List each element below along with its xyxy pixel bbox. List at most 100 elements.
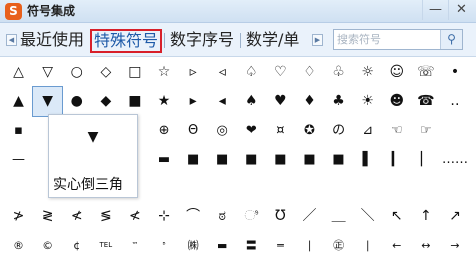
- symbol-cell[interactable]: ▽: [33, 58, 62, 87]
- symbol-cell[interactable]: ↖: [382, 202, 411, 231]
- scroll-left-arrow-icon[interactable]: ◀: [6, 34, 17, 46]
- symbol-cell[interactable]: ▬: [149, 145, 178, 174]
- symbol-cell[interactable]: ▎: [382, 145, 411, 174]
- symbol-cell[interactable]: ☆: [149, 58, 178, 87]
- symbol-cell[interactable]: ═: [266, 231, 295, 260]
- symbol-cell[interactable]: □: [120, 58, 149, 87]
- symbol-cell[interactable]: ♥: [266, 87, 295, 116]
- symbol-cell[interactable]: ≷: [33, 202, 62, 231]
- symbol-cell[interactable]: ♡: [266, 58, 295, 87]
- symbol-cell[interactable]: ™: [120, 231, 149, 260]
- symbol-cell-hovered[interactable]: ▼: [32, 86, 64, 117]
- symbol-cell[interactable]: ＿: [324, 202, 353, 231]
- symbol-cell[interactable]: ■: [120, 87, 149, 116]
- tab-recent[interactable]: 最近使用: [20, 28, 84, 52]
- symbol-cell[interactable]: ▬: [208, 231, 237, 260]
- symbol-cell[interactable]: ≮: [62, 202, 91, 231]
- symbol-cell[interactable]: △: [4, 58, 33, 87]
- symbol-cell[interactable]: ¤: [266, 116, 295, 145]
- symbol-cell[interactable]: ❤: [237, 116, 266, 145]
- symbol-cell[interactable]: ■: [237, 145, 266, 174]
- symbol-cell[interactable]: ಠ: [208, 202, 237, 231]
- symbol-cell[interactable]: ≶: [91, 202, 120, 231]
- symbol-cell[interactable]: ≯: [4, 202, 33, 231]
- symbol-cell[interactable]: ♠: [237, 87, 266, 116]
- symbol-cell[interactable]: ■: [179, 145, 208, 174]
- symbol-cell[interactable]: ■: [324, 145, 353, 174]
- symbol-cell[interactable]: →: [440, 231, 469, 260]
- symbol-cell[interactable]: ☻: [382, 87, 411, 116]
- symbol-cell[interactable]: ↑: [411, 202, 440, 231]
- symbol-cell[interactable]: ■: [266, 145, 295, 174]
- window-title: 符号集成: [27, 4, 76, 18]
- symbol-cell[interactable]: ◇: [91, 58, 120, 87]
- symbol-cell[interactable]: ⊿: [353, 116, 382, 145]
- symbol-cell[interactable]: ▸: [179, 87, 208, 116]
- close-button[interactable]: ✕: [448, 0, 474, 20]
- symbol-cell[interactable]: ☺: [382, 58, 411, 87]
- symbol-cell[interactable]: ♧: [324, 58, 353, 87]
- tab-math-units[interactable]: 数学/单: [246, 28, 299, 52]
- symbol-cell[interactable]: ■: [295, 145, 324, 174]
- symbol-cell[interactable]: ᴮ: [149, 231, 178, 260]
- symbol-cell[interactable]: の: [324, 116, 353, 145]
- symbol-cell[interactable]: ㊣: [324, 231, 353, 260]
- symbol-cell[interactable]: ／: [295, 202, 324, 231]
- symbol-cell[interactable]: ↔: [411, 231, 440, 260]
- symbol-cell[interactable]: ☼: [353, 58, 382, 87]
- symbol-cell[interactable]: ⊹: [149, 202, 178, 231]
- symbol-cell[interactable]: ☏: [411, 58, 440, 87]
- scroll-right-arrow-icon[interactable]: ▶: [312, 34, 323, 46]
- symbol-cell[interactable]: ♢: [295, 58, 324, 87]
- symbol-cell[interactable]: ☞: [411, 116, 440, 145]
- symbol-cell[interactable]: ＼: [353, 202, 382, 231]
- symbol-cell[interactable]: [440, 116, 469, 145]
- symbol-cell[interactable]: ▪: [4, 116, 33, 145]
- symbol-cell[interactable]: ★: [149, 87, 178, 116]
- symbol-cell[interactable]: ‥: [440, 87, 469, 116]
- search-input[interactable]: [334, 30, 440, 49]
- tab-special-symbols[interactable]: 特殊符号: [90, 29, 163, 53]
- symbol-cell[interactable]: ▏: [411, 145, 440, 174]
- tooltip-symbol-name: 实心倒三角: [53, 177, 123, 193]
- symbol-cell[interactable]: ∣: [353, 231, 382, 260]
- symbol-cell[interactable]: Θ: [179, 116, 208, 145]
- symbol-cell[interactable]: ◃: [208, 58, 237, 87]
- symbol-cell[interactable]: ◎: [208, 116, 237, 145]
- symbol-cell[interactable]: ⌒: [179, 202, 208, 231]
- symbol-cell[interactable]: ◂: [208, 87, 237, 116]
- symbol-cell[interactable]: —: [4, 145, 33, 174]
- symbol-cell[interactable]: ㈱: [179, 231, 208, 260]
- symbol-cell[interactable]: ←: [382, 231, 411, 260]
- symbol-cell[interactable]: ↗: [440, 202, 469, 231]
- symbol-cell[interactable]: ®: [4, 231, 33, 260]
- symbol-cell[interactable]: ……: [440, 145, 469, 174]
- symbol-cell[interactable]: ■: [208, 145, 237, 174]
- symbol-cell[interactable]: 〓: [237, 231, 266, 260]
- symbol-cell[interactable]: ಿ: [237, 202, 266, 231]
- symbol-cell[interactable]: ♣: [324, 87, 353, 116]
- symbol-cell[interactable]: ¢: [62, 231, 91, 260]
- symbol-cell[interactable]: ☎: [411, 87, 440, 116]
- symbol-cell[interactable]: ☜: [382, 116, 411, 145]
- symbol-cell[interactable]: ©: [33, 231, 62, 260]
- symbol-cell[interactable]: ▌: [353, 145, 382, 174]
- symbol-cell[interactable]: ∣: [295, 231, 324, 260]
- symbol-cell[interactable]: ✪: [295, 116, 324, 145]
- search-icon[interactable]: ⚲: [440, 30, 462, 49]
- symbol-cell[interactable]: Ʊ: [266, 202, 295, 231]
- symbol-cell[interactable]: ○: [62, 58, 91, 87]
- minimize-button[interactable]: —: [422, 0, 448, 20]
- symbol-cell[interactable]: ●: [62, 87, 91, 116]
- symbol-cell[interactable]: ☀: [353, 87, 382, 116]
- symbol-cell[interactable]: ≮: [120, 202, 149, 231]
- symbol-cell[interactable]: ◆: [91, 87, 120, 116]
- symbol-cell[interactable]: ⊕: [149, 116, 178, 145]
- symbol-cell[interactable]: ♤: [237, 58, 266, 87]
- symbol-cell[interactable]: ▲: [4, 87, 33, 116]
- symbol-cell[interactable]: •: [440, 58, 469, 87]
- tab-number-sequence[interactable]: 数字序号: [170, 28, 234, 52]
- symbol-cell[interactable]: TEL: [91, 231, 120, 260]
- symbol-cell[interactable]: ▹: [179, 58, 208, 87]
- symbol-cell[interactable]: ♦: [295, 87, 324, 116]
